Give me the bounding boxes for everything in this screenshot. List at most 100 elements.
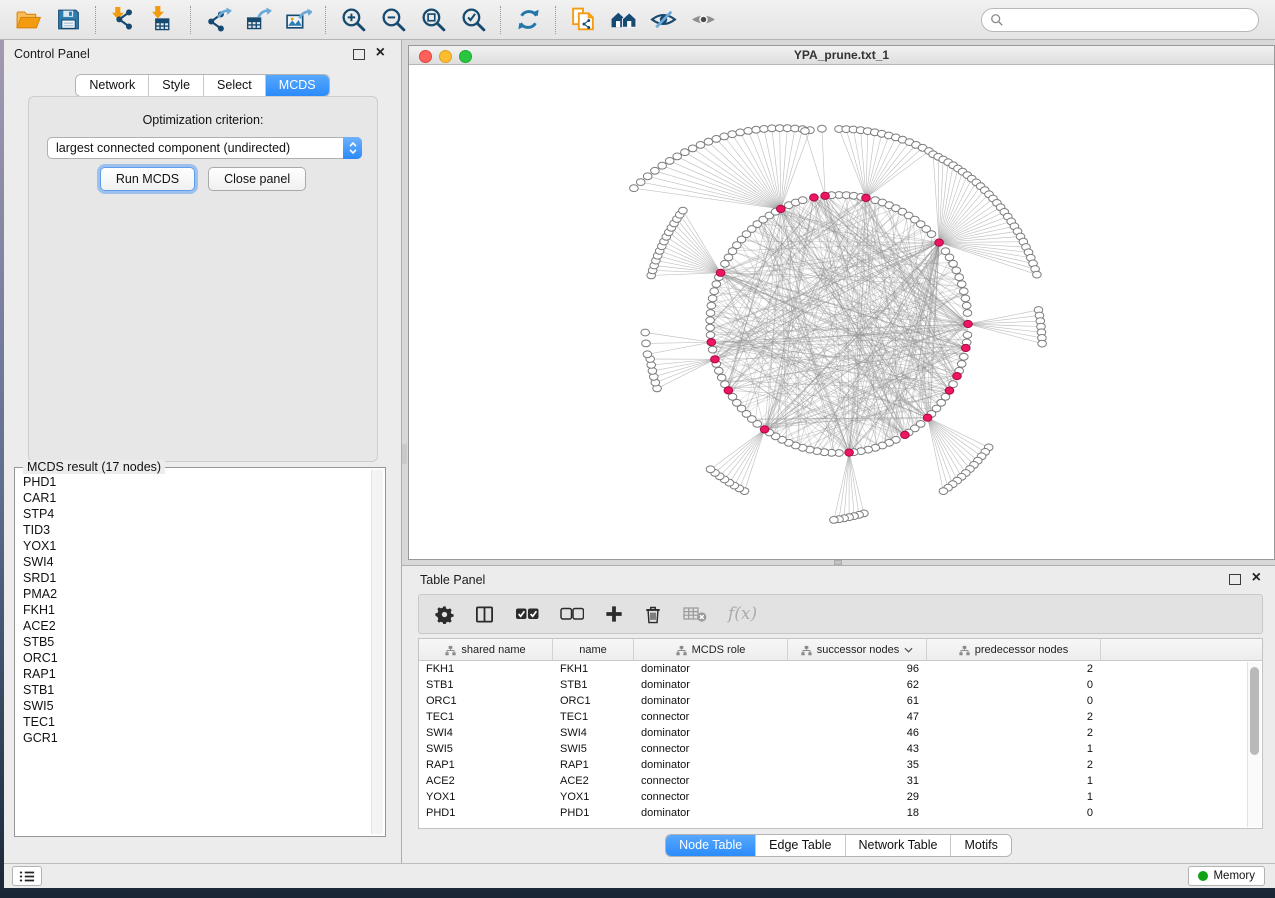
tab-style[interactable]: Style	[149, 75, 204, 96]
memory-button[interactable]: Memory	[1188, 866, 1265, 886]
cell-predecessor-nodes[interactable]: 0	[927, 805, 1101, 821]
refresh-view-button[interactable]	[508, 4, 548, 36]
cell-predecessor-nodes[interactable]: 2	[927, 709, 1101, 725]
mcds-result-item[interactable]: TEC1	[19, 714, 369, 730]
show-all-button[interactable]	[683, 4, 723, 36]
cell-MCDS-role[interactable]: dominator	[634, 693, 788, 709]
column-header-name[interactable]: name	[553, 639, 634, 661]
table-row[interactable]: YOX1YOX1connector291	[419, 789, 1262, 805]
network-window-titlebar[interactable]: YPA_prune.txt_1	[409, 46, 1274, 65]
cell-name[interactable]: STB1	[553, 677, 634, 693]
mcds-result-item[interactable]: YOX1	[19, 538, 369, 554]
tab-select[interactable]: Select	[204, 75, 266, 96]
tab-node-table[interactable]: Node Table	[666, 835, 756, 856]
tab-motifs[interactable]: Motifs	[951, 835, 1010, 856]
cell-MCDS-role[interactable]: dominator	[634, 725, 788, 741]
cell-MCDS-role[interactable]: connector	[634, 709, 788, 725]
table-row[interactable]: TEC1TEC1connector472	[419, 709, 1262, 725]
close-panel-icon[interactable]: ×	[1252, 568, 1261, 588]
cell-name[interactable]: FKH1	[553, 661, 634, 677]
cell-name[interactable]: SWI5	[553, 741, 634, 757]
mcds-result-item[interactable]: ORC1	[19, 650, 369, 666]
mcds-result-item[interactable]: SWI4	[19, 554, 369, 570]
cell-successor-nodes[interactable]: 47	[788, 709, 927, 725]
deselect-all-checkbox-button[interactable]	[560, 607, 584, 621]
table-row[interactable]: RAP1RAP1dominator352	[419, 757, 1262, 773]
cell-name[interactable]: ACE2	[553, 773, 634, 789]
mcds-result-item[interactable]: ACE2	[19, 618, 369, 634]
cell-successor-nodes[interactable]: 62	[788, 677, 927, 693]
cell-successor-nodes[interactable]: 31	[788, 773, 927, 789]
close-panel-icon[interactable]: ×	[376, 43, 385, 63]
cell-MCDS-role[interactable]: dominator	[634, 757, 788, 773]
mcds-result-item[interactable]: FKH1	[19, 602, 369, 618]
cell-shared-name[interactable]: SWI5	[419, 741, 553, 757]
tab-mcds[interactable]: MCDS	[266, 75, 329, 96]
export-table-button[interactable]	[238, 4, 278, 36]
tab-edge-table[interactable]: Edge Table	[756, 835, 845, 856]
close-panel-button[interactable]: Close panel	[208, 167, 306, 191]
cell-name[interactable]: YOX1	[553, 789, 634, 805]
table-row[interactable]: SWI4SWI4dominator462	[419, 725, 1262, 741]
task-history-button[interactable]	[12, 866, 42, 886]
zoom-in-button[interactable]	[333, 4, 373, 36]
cell-predecessor-nodes[interactable]: 2	[927, 661, 1101, 677]
cell-shared-name[interactable]: RAP1	[419, 757, 553, 773]
cell-predecessor-nodes[interactable]: 2	[927, 757, 1101, 773]
cell-predecessor-nodes[interactable]: 1	[927, 773, 1101, 789]
cell-predecessor-nodes[interactable]: 2	[927, 725, 1101, 741]
float-panel-icon[interactable]	[353, 49, 365, 60]
add-column-button[interactable]	[605, 605, 623, 623]
mcds-list-scrollbar[interactable]	[371, 470, 383, 834]
mcds-result-item[interactable]: SRD1	[19, 570, 369, 586]
column-header-shared-name[interactable]: shared name	[419, 639, 553, 661]
table-row[interactable]: ORC1ORC1dominator610	[419, 693, 1262, 709]
cell-MCDS-role[interactable]: connector	[634, 741, 788, 757]
cell-successor-nodes[interactable]: 35	[788, 757, 927, 773]
table-row[interactable]: ACE2ACE2connector311	[419, 773, 1262, 789]
scrollbar-thumb[interactable]	[1250, 667, 1259, 755]
save-session-button[interactable]	[48, 4, 88, 36]
zoom-out-button[interactable]	[373, 4, 413, 36]
cell-MCDS-role[interactable]: dominator	[634, 677, 788, 693]
mcds-result-item[interactable]: CAR1	[19, 490, 369, 506]
mcds-result-item[interactable]: PHD1	[19, 474, 369, 490]
import-table-button[interactable]	[143, 4, 183, 36]
cell-predecessor-nodes[interactable]: 1	[927, 789, 1101, 805]
cell-predecessor-nodes[interactable]: 0	[927, 677, 1101, 693]
settings-gear-button[interactable]	[435, 605, 454, 624]
cell-MCDS-role[interactable]: dominator	[634, 805, 788, 821]
column-header-successor-nodes[interactable]: successor nodes	[788, 639, 927, 661]
table-row[interactable]: STB1STB1dominator620	[419, 677, 1262, 693]
search-box[interactable]	[981, 8, 1259, 32]
cell-shared-name[interactable]: YOX1	[419, 789, 553, 805]
cell-name[interactable]: ORC1	[553, 693, 634, 709]
cell-shared-name[interactable]: TEC1	[419, 709, 553, 725]
cell-name[interactable]: SWI4	[553, 725, 634, 741]
table-row[interactable]: SWI5SWI5connector431	[419, 741, 1262, 757]
cell-successor-nodes[interactable]: 61	[788, 693, 927, 709]
column-header-MCDS-role[interactable]: MCDS role	[634, 639, 788, 661]
duplicate-network-button[interactable]	[563, 4, 603, 36]
float-panel-icon[interactable]	[1229, 574, 1241, 585]
table-row[interactable]: FKH1FKH1dominator962	[419, 661, 1262, 677]
table-row[interactable]: PHD1PHD1dominator180	[419, 805, 1262, 821]
mcds-result-item[interactable]: GCR1	[19, 730, 369, 746]
cell-name[interactable]: TEC1	[553, 709, 634, 725]
select-all-checkbox-button[interactable]	[515, 607, 539, 621]
export-network-button[interactable]	[198, 4, 238, 36]
mcds-result-item[interactable]: STB1	[19, 682, 369, 698]
cell-shared-name[interactable]: SWI4	[419, 725, 553, 741]
toggle-columns-button[interactable]	[475, 605, 494, 624]
mcds-result-item[interactable]: SWI5	[19, 698, 369, 714]
mcds-result-item[interactable]: PMA2	[19, 586, 369, 602]
mcds-result-item[interactable]: RAP1	[19, 666, 369, 682]
cell-successor-nodes[interactable]: 18	[788, 805, 927, 821]
vertical-splitter-handle[interactable]	[402, 444, 407, 464]
cell-successor-nodes[interactable]: 46	[788, 725, 927, 741]
cell-successor-nodes[interactable]: 29	[788, 789, 927, 805]
cell-MCDS-role[interactable]: connector	[634, 773, 788, 789]
search-input[interactable]	[1010, 10, 1258, 30]
tab-network-table[interactable]: Network Table	[846, 835, 952, 856]
first-neighbors-button[interactable]	[603, 4, 643, 36]
